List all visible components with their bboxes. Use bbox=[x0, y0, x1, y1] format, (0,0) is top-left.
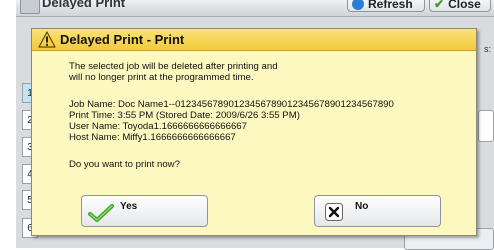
refresh-icon bbox=[352, 0, 364, 10]
print-queue-icon bbox=[20, 0, 40, 14]
close-label: Close bbox=[448, 0, 481, 11]
host-name: Host Name: Miffy1.1666666666666667 bbox=[69, 132, 236, 143]
message-line-2: will no longer print at the programmed t… bbox=[69, 72, 254, 83]
print-time: Print Time: 3:55 PM (Stored Date: 2009/6… bbox=[69, 110, 300, 121]
confirm-question: Do you want to print now? bbox=[69, 159, 180, 170]
user-name: User Name: Toyoda1.1666666666666667 bbox=[69, 121, 247, 132]
side-label: s: bbox=[484, 44, 492, 54]
dialog-titlebar: Delayed Print - Print bbox=[32, 29, 476, 51]
no-button[interactable]: No bbox=[314, 195, 441, 227]
close-button[interactable]: ✔ Close bbox=[429, 0, 491, 12]
side-panel-box bbox=[478, 110, 494, 142]
yes-label: Yes bbox=[120, 201, 138, 212]
no-label: No bbox=[355, 201, 369, 212]
message-line-1: The selected job will be deleted after p… bbox=[69, 61, 278, 72]
check-icon: ✔ bbox=[434, 0, 445, 11]
yes-button[interactable]: Yes bbox=[81, 195, 208, 227]
window-title: Delayed Print bbox=[42, 0, 126, 9]
checkmark-icon bbox=[88, 204, 114, 222]
refresh-button[interactable]: Refresh bbox=[347, 0, 425, 12]
refresh-label: Refresh bbox=[368, 0, 413, 11]
warning-icon bbox=[38, 31, 56, 48]
cancel-x-icon bbox=[325, 203, 343, 221]
confirm-dialog: Delayed Print - Print The selected job w… bbox=[31, 28, 477, 236]
job-name: Job Name: Doc Name1--0123456789012345678… bbox=[69, 99, 394, 110]
dialog-title: Delayed Print - Print bbox=[60, 32, 185, 47]
